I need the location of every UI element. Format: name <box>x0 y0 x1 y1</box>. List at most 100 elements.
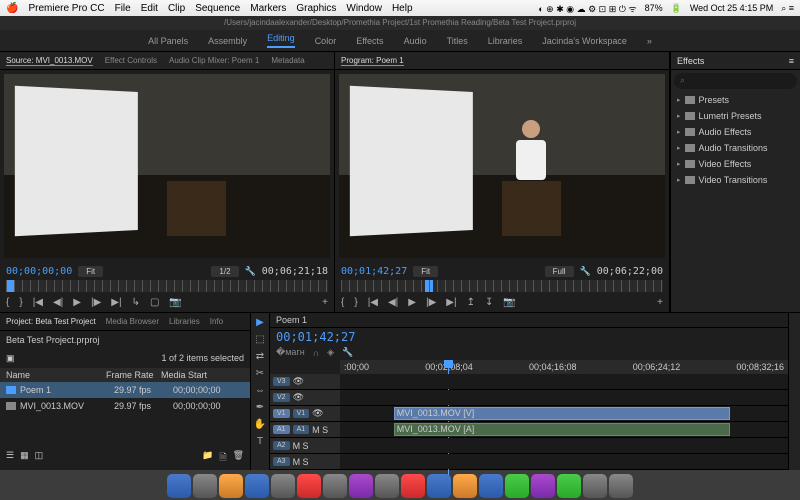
project-columns[interactable]: Name Frame Rate Media Start <box>0 368 250 382</box>
export-frame-icon[interactable]: 📷 <box>503 297 515 308</box>
menu-clip[interactable]: Clip <box>168 3 185 14</box>
project-row-clip[interactable]: MVI_0013.MOV 29.97 fps 00;00;00;00 <box>0 398 250 414</box>
battery-icon[interactable]: 🔋 <box>671 3 682 14</box>
dock-safari[interactable] <box>193 474 217 498</box>
program-viewer[interactable] <box>339 74 665 258</box>
track-v1[interactable]: V1V1👁MVI_0013.MOV [V] <box>270 406 788 422</box>
dock-app[interactable] <box>297 474 321 498</box>
extract-icon[interactable]: ↧ <box>485 297 493 308</box>
menu-window[interactable]: Window <box>346 3 382 14</box>
pen-tool-icon[interactable]: ✒ <box>256 402 264 413</box>
next-icon[interactable]: ▶| <box>446 297 456 308</box>
menu-graphics[interactable]: Graphics <box>296 3 336 14</box>
source-res[interactable]: 1/2 <box>211 266 238 277</box>
toggle-output-icon[interactable]: 👁 <box>293 392 304 403</box>
ws-all-panels[interactable]: All Panels <box>148 36 188 46</box>
sequence-name[interactable]: Poem 1 <box>276 315 307 325</box>
track-v2[interactable]: V2👁 <box>270 390 788 406</box>
program-fit[interactable]: Fit <box>413 266 438 277</box>
track-select-icon[interactable]: ⬚ <box>255 334 264 345</box>
new-bin-icon[interactable]: 📁 <box>202 450 213 466</box>
dock-app[interactable] <box>583 474 607 498</box>
menu-markers[interactable]: Markers <box>250 3 286 14</box>
fx-video-effects[interactable]: Video Effects <box>671 156 800 172</box>
project-row-sequence[interactable]: Poem 1 29.97 fps 00;00;00;00 <box>0 382 250 398</box>
panel-menu-icon[interactable]: ≡ <box>789 56 794 65</box>
source-fit[interactable]: Fit <box>78 266 103 277</box>
tab-effect-controls[interactable]: Effect Controls <box>105 56 157 65</box>
dock-word[interactable] <box>479 474 503 498</box>
mark-out-icon[interactable]: } <box>354 297 357 308</box>
source-scrubber[interactable] <box>6 280 328 292</box>
tab-libraries[interactable]: Libraries <box>169 317 200 326</box>
dock-app[interactable] <box>245 474 269 498</box>
program-tc-in[interactable]: 00;01;42;27 <box>341 266 407 277</box>
spotlight-icon[interactable]: ⌕ ≡ <box>781 3 794 14</box>
ws-editing[interactable]: Editing <box>267 33 295 48</box>
marker-icon[interactable]: ◈ <box>327 347 334 358</box>
dock-itunes[interactable] <box>349 474 373 498</box>
play-icon[interactable]: ▶ <box>408 297 416 308</box>
battery-pct[interactable]: 87% <box>645 3 663 13</box>
tab-metadata[interactable]: Metadata <box>271 56 304 65</box>
program-scrubber[interactable] <box>341 280 663 292</box>
settings-icon[interactable]: 🔧 <box>342 347 353 358</box>
audio-meter[interactable] <box>788 313 800 470</box>
snap-icon[interactable]: �магн <box>276 347 305 358</box>
slip-tool-icon[interactable]: ⇔ <box>255 385 265 396</box>
wrench-icon[interactable]: 🔧 <box>580 266 591 277</box>
ripple-edit-icon[interactable]: ⇄ <box>256 351 264 362</box>
v1-patch[interactable]: V1 <box>273 409 290 418</box>
fx-video-trans[interactable]: Video Transitions <box>671 172 800 188</box>
insert-icon[interactable]: ↳ <box>132 297 140 308</box>
program-tc-out[interactable]: 00;06;22;00 <box>597 266 663 277</box>
audio-clip[interactable]: MVI_0013.MOV [A] <box>394 423 730 436</box>
mark-in-icon[interactable]: { <box>6 297 9 308</box>
play-icon[interactable]: ▶ <box>73 297 81 308</box>
tab-info[interactable]: Info <box>210 317 223 326</box>
source-tc-in[interactable]: 00;00;00;00 <box>6 266 72 277</box>
trash-icon[interactable]: 🗑 <box>233 450 244 466</box>
toggle-output-icon[interactable]: 👁 <box>312 408 323 419</box>
tab-media-browser[interactable]: Media Browser <box>106 317 159 326</box>
tab-source[interactable]: Source: MVI_0013.MOV <box>6 56 93 66</box>
ws-assembly[interactable]: Assembly <box>208 36 247 46</box>
freeform-icon[interactable]: ◫ <box>35 450 44 466</box>
ws-overflow-icon[interactable]: » <box>647 36 652 46</box>
tab-audio-mixer[interactable]: Audio Clip Mixer: Poem 1 <box>169 56 259 65</box>
dock-app[interactable] <box>271 474 295 498</box>
menu-edit[interactable]: Edit <box>141 3 158 14</box>
ws-effects[interactable]: Effects <box>356 36 383 46</box>
tab-program[interactable]: Program: Poem 1 <box>341 56 404 66</box>
dock-trash[interactable] <box>609 474 633 498</box>
step-back-icon[interactable]: ◀| <box>388 297 398 308</box>
effects-title[interactable]: Effects <box>677 56 704 65</box>
effects-search[interactable]: ⌕ <box>674 73 797 89</box>
mark-in-icon[interactable]: { <box>341 297 344 308</box>
prev-icon[interactable]: |◀ <box>33 297 43 308</box>
dock-app[interactable] <box>427 474 451 498</box>
fx-audio-trans[interactable]: Audio Transitions <box>671 140 800 156</box>
program-res[interactable]: Full <box>545 266 574 277</box>
hand-tool-icon[interactable]: ✋ <box>254 419 266 430</box>
fx-presets[interactable]: Presets <box>671 92 800 108</box>
ws-libraries[interactable]: Libraries <box>488 36 523 46</box>
source-viewer[interactable] <box>4 74 330 258</box>
datetime[interactable]: Wed Oct 25 4:15 PM <box>690 3 773 13</box>
export-frame-icon[interactable]: 📷 <box>169 297 181 308</box>
dock-premiere[interactable] <box>531 474 555 498</box>
fx-lumetri[interactable]: Lumetri Presets <box>671 108 800 124</box>
track-v3[interactable]: V3👁 <box>270 374 788 390</box>
prev-icon[interactable]: |◀ <box>368 297 378 308</box>
type-tool-icon[interactable]: T <box>257 436 263 447</box>
mark-out-icon[interactable]: } <box>19 297 22 308</box>
video-clip[interactable]: MVI_0013.MOV [V] <box>394 407 730 420</box>
status-icons[interactable]: ◐ ⊕ ✱ ◉ ☁ ⚙ ⊡ ⊞ ⏻ ᯤ <box>538 2 636 15</box>
track-a1[interactable]: A1A1M SMVI_0013.MOV [A] <box>270 422 788 438</box>
menu-file[interactable]: File <box>115 3 131 14</box>
track-a2[interactable]: A2M S <box>270 438 788 454</box>
list-view-icon[interactable]: ☰ <box>6 450 14 466</box>
selection-tool-icon[interactable]: ▶ <box>256 317 264 328</box>
lift-icon[interactable]: ↥ <box>467 297 475 308</box>
dock-app[interactable] <box>323 474 347 498</box>
